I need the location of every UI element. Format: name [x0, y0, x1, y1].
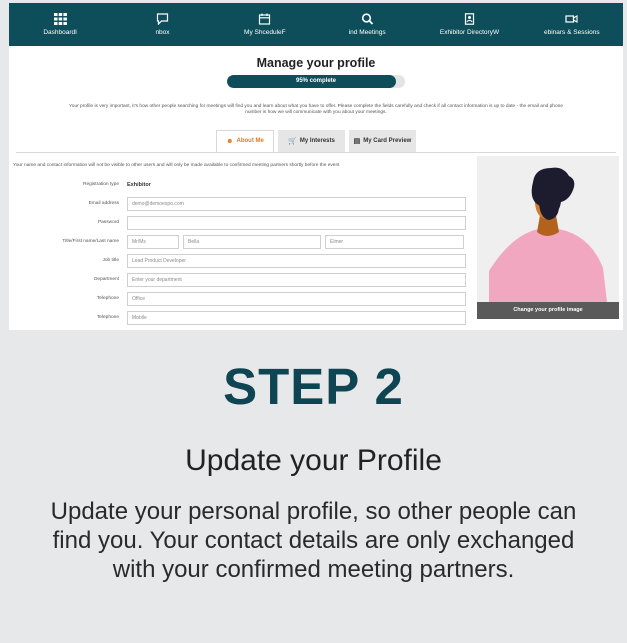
telephone-label: Telephone [96, 315, 119, 320]
user-circle-icon: ☻ [226, 137, 234, 145]
card-icon: ▤ [353, 137, 361, 145]
department-field[interactable]: Enter your department [127, 272, 466, 287]
form-row: Telephone Office [49, 291, 475, 306]
profile-image[interactable]: Change your profile image [477, 156, 619, 319]
password-label: Password [97, 220, 119, 225]
form-row: Telephone Mobile [49, 310, 475, 325]
nav-label: ind Meetings [348, 29, 386, 36]
tab-label: My Interests [299, 137, 335, 144]
calendar-icon [259, 13, 271, 25]
nav-find-meetings[interactable]: ind Meetings [316, 3, 418, 46]
job-title-label: Job title [102, 258, 119, 263]
nav-dashboard[interactable]: DashboardI [9, 3, 111, 46]
search-icon [361, 13, 373, 25]
nav-webinars[interactable]: ebinars & Sessions [521, 3, 623, 46]
message-icon [156, 13, 169, 25]
mobile-phone-field[interactable]: Mobile [127, 310, 466, 325]
tab-about-me[interactable]: ☻ About Me [216, 129, 274, 152]
step-heading: Update your Profile [185, 444, 442, 477]
registration-type-value: Exhibitor [127, 181, 151, 188]
profile-tabs: ☻ About Me 🛒 My Interests ▤ My Card Prev… [16, 129, 616, 153]
page-title: Manage your profile [256, 56, 376, 70]
title-field[interactable]: Mr/Ms [127, 234, 179, 249]
email-label: Email address [88, 201, 119, 206]
nav-inbox[interactable]: nbox [111, 3, 213, 46]
form-field[interactable] [127, 329, 466, 330]
telephone-label: Telephone [96, 296, 119, 301]
grid-icon [53, 13, 67, 25]
nav-label: My ShceduleF [244, 29, 286, 36]
avatar-illustration [489, 167, 607, 302]
tab-card-preview[interactable]: ▤ My Card Preview [349, 129, 416, 152]
nav-label: ebinars & Sessions [543, 29, 600, 36]
nav-schedule[interactable]: My ShceduleF [214, 3, 316, 46]
tab-label: My Card Preview [363, 137, 412, 144]
password-field[interactable] [127, 215, 466, 230]
nav-label: Exhibitor DirectoryW [439, 29, 500, 36]
form-row: Email address demo@demoexpo.com [49, 196, 475, 211]
app-screenshot: DashboardI nbox My ShceduleF ind Meeting… [9, 3, 623, 330]
step-title: STEP 2 [223, 358, 404, 415]
job-title-field[interactable]: Lead Product Developer [127, 253, 466, 268]
tab-label: About Me [236, 138, 264, 145]
intro-text: Your profile is very important, it's how… [69, 104, 563, 115]
tab-my-interests[interactable]: 🛒 My Interests [278, 129, 345, 152]
department-label: Department [93, 277, 119, 282]
last-name-field[interactable]: Elmer [325, 234, 464, 249]
cart-icon: 🛒 [288, 137, 297, 145]
nav-exhibitor-directory[interactable]: Exhibitor DirectoryW [418, 3, 520, 46]
directory-icon [464, 13, 475, 25]
office-phone-field[interactable]: Office [127, 291, 466, 306]
form-row: Job title Lead Product Developer [49, 253, 475, 268]
email-field[interactable]: demo@demoexpo.com [127, 196, 466, 211]
change-image-button[interactable]: Change your profile image [477, 302, 619, 319]
name-label: Title/First name/Last name [62, 239, 119, 244]
nav-label: nbox [155, 29, 170, 36]
form-row: Password [49, 215, 475, 230]
step-description: Update your personal profile, so other p… [50, 498, 577, 583]
form-row: Registration type Exhibitor [49, 177, 475, 192]
form-row: Department Enter your department [49, 272, 475, 287]
avatar-shirt [489, 227, 607, 302]
nav-label: DashboardI [43, 29, 77, 36]
profile-form: Registration type Exhibitor Email addres… [49, 177, 475, 330]
form-row: Title/First name/Last name Mr/Ms Bella E… [49, 234, 475, 249]
progress-text: 95% complete [295, 78, 337, 84]
form-row [49, 329, 475, 330]
registration-type-label: Registration type [83, 182, 119, 187]
profile-progress-bar: 95% complete [227, 75, 405, 88]
video-icon [565, 15, 578, 23]
top-nav: DashboardI nbox My ShceduleF ind Meeting… [9, 3, 623, 46]
first-name-field[interactable]: Bella [183, 234, 321, 249]
